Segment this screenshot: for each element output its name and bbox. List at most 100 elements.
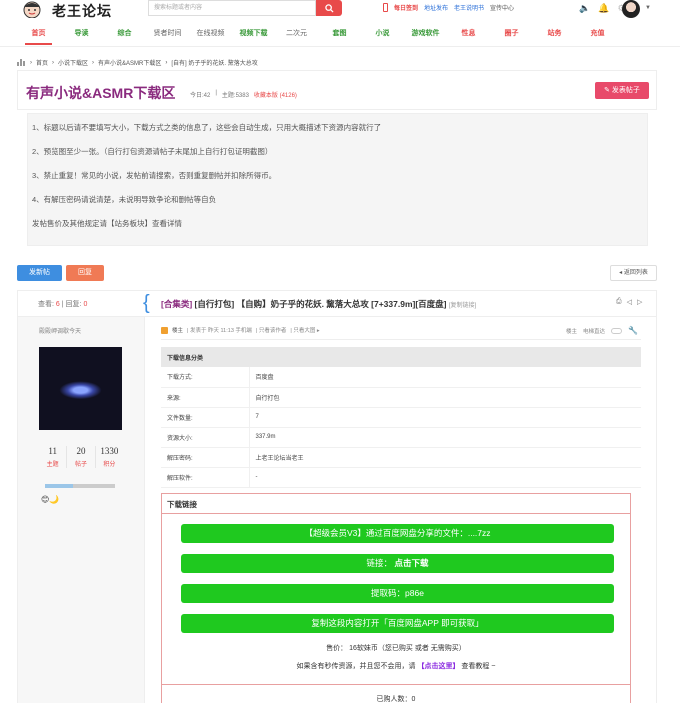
- search-icon: [324, 3, 334, 13]
- forum-title[interactable]: 有声小说&ASMR下载区: [26, 83, 175, 103]
- new-post-label: 发表帖子: [611, 87, 640, 94]
- thread-header: 查看: 6 | 回复: 0 { [合集类] [自行打包] 【自购】奶子乎的花妖.…: [17, 290, 657, 316]
- user-avatar-top[interactable]: [622, 0, 640, 18]
- top-bar: 老王论坛 搜索标题或者内容 每日签到 地址发布 老王说明书 宣传中心 🔈 🔔 ⚙…: [0, 0, 680, 21]
- breadcrumb: › 首页 › 小说下载区 › 有声小说&ASMR下载区 › [自有] 奶子乎的花…: [17, 58, 258, 67]
- post-meta: 楼主 | 发表于 昨天 11:13 手机端 | 只看该作者 | 只看大图 ▸: [161, 326, 320, 334]
- author-signature: 殿殿岬调歇今天: [39, 329, 82, 335]
- avatar[interactable]: [39, 347, 122, 430]
- tutorial-note: 如果含有秒传资源，并且您不会用，请 【点击这里】 查看教程 ~: [296, 663, 496, 670]
- tutorial-link[interactable]: 【点击这里】: [417, 663, 459, 670]
- bell-icon[interactable]: 🔔: [598, 3, 609, 14]
- post-author-sidebar: 殿殿岬调歇今天 11 主题 20 帖子 1330 积分 😊🌙: [18, 317, 145, 703]
- thread-category-tag[interactable]: [合集类]: [161, 299, 192, 309]
- nav-item-recharge[interactable]: 充值: [576, 23, 619, 45]
- nav-item-info[interactable]: 性息: [447, 23, 490, 45]
- download-divider: [162, 684, 630, 685]
- medal-icon: 😊🌙: [41, 495, 60, 504]
- copy-link[interactable]: [复制链接]: [449, 303, 476, 309]
- top-links: 每日签到 地址发布 老王说明书 宣传中心: [383, 3, 514, 12]
- price-text: 售价： 16软妹币（您已购买 或者 无需购买）: [326, 645, 466, 652]
- rule-2: 2、预览图至少一张。（自行打包资源请帖子末尾加上自行打包证明截图）: [32, 147, 273, 156]
- post-meta-right: 楼主 电梯直达 🔧: [566, 326, 638, 335]
- table-row: 下载方式: 百度盘: [161, 367, 641, 388]
- stat-points[interactable]: 1330 积分: [96, 446, 123, 468]
- nav-item-guide[interactable]: 导读: [60, 23, 103, 45]
- nav-divider: [0, 46, 680, 47]
- stat-posts[interactable]: 20 帖子: [67, 446, 96, 468]
- search-button[interactable]: [316, 0, 342, 16]
- topic-count: 主题:5383: [221, 93, 249, 99]
- speaker-icon[interactable]: 🔈: [579, 3, 590, 14]
- baidu-share-button[interactable]: 【超级会员V3】通过百度网盘分享的文件：....7zz: [181, 524, 614, 543]
- new-thread-button[interactable]: 发新帖: [17, 265, 62, 281]
- thread-title: [合集类] [自行打包] 【自购】奶子乎的花妖. 黧落大总攻 [7+337.9m…: [161, 298, 476, 310]
- phone-icon: [383, 3, 388, 12]
- view-count: 6: [55, 301, 60, 308]
- post: 殿殿岬调歇今天 11 主题 20 帖子 1330 积分 😊🌙 楼主 | 发表于 …: [17, 316, 657, 703]
- table-row: 解压密码: 上老王论坛当老王: [161, 447, 641, 468]
- author-badge-icon: [161, 326, 168, 334]
- nav-item-site-affairs[interactable]: 站务: [533, 23, 576, 45]
- post-time: | 发表于 昨天 11:13 手机端: [187, 328, 252, 334]
- manual-link[interactable]: 老王说明书: [454, 3, 484, 12]
- author-stats: 11 主题 20 帖子 1330 积分: [39, 446, 123, 468]
- copy-content-button[interactable]: 复制这段内容打开「百度网盘APP 即可获取」: [181, 614, 614, 633]
- nav-item-circle[interactable]: 圈子: [490, 23, 533, 45]
- print-icon[interactable]: ⎙: [616, 298, 622, 306]
- site-name[interactable]: 老王论坛: [52, 1, 112, 21]
- address-link[interactable]: 地址发布: [424, 3, 448, 12]
- only-author-link[interactable]: | 只看该作者: [256, 326, 286, 334]
- table-row: 解压软件: -: [161, 467, 641, 488]
- author-role: 楼主: [172, 328, 184, 334]
- daily-checkin-link[interactable]: 每日签到: [394, 3, 418, 12]
- today-count: 今日:42: [190, 93, 211, 99]
- extract-code-button[interactable]: 提取码：p86e: [181, 584, 614, 603]
- back-to-list-button[interactable]: ◂ 返回列表: [610, 265, 657, 281]
- info-table-heading: 下载信息分类: [161, 347, 641, 367]
- floor-label: 楼主: [566, 328, 578, 335]
- download-info-table: 下载信息分类 下载方式: 百度盘 来源: 自行打包 文件数量: 7 资源大小: 337.…: [161, 347, 641, 488]
- nav-item-acg[interactable]: 二次元: [275, 23, 318, 45]
- breadcrumb-novel-download[interactable]: 小说下载区: [58, 58, 88, 67]
- jump-to-floor-label: 电梯直达: [583, 328, 606, 335]
- download-links-heading: 下载链接: [162, 494, 630, 514]
- table-row: 文件数量: 7: [161, 407, 641, 428]
- top-icons: 🔈 🔔 ⚙: [579, 3, 626, 14]
- breadcrumb-forum[interactable]: 有声小说&ASMR下载区: [98, 58, 161, 67]
- stat-topics[interactable]: 11 主题: [39, 446, 68, 468]
- reply-button[interactable]: 回复: [66, 265, 104, 281]
- wrench-icon[interactable]: 🔧: [628, 326, 638, 335]
- nav-item-general[interactable]: 综合: [103, 23, 146, 45]
- reply-count: 0: [83, 301, 88, 308]
- only-big-image-link[interactable]: | 只看大图 ▸: [290, 326, 319, 334]
- rule-4: 4、有解压密码请说清楚，未说明导致争论和删帖等自负: [32, 195, 217, 204]
- main-nav: 首页 导读 综合 贤者时间 在线视频 视频下载 二次元 套图 小说 游戏软件 性…: [17, 23, 657, 45]
- promo-link[interactable]: 宣传中心: [490, 3, 514, 12]
- new-post-button[interactable]: ✎ 发表帖子: [595, 82, 649, 99]
- nav-item-home[interactable]: 首页: [17, 23, 60, 45]
- forum-rules: 1、标题以后请不要填写大小，下载方式之类的信息了，这些会自动生成，只用大概描述下…: [27, 113, 648, 246]
- search-input[interactable]: 搜索标题或者内容: [148, 0, 316, 16]
- download-links-box: 下载链接 【超级会员V3】通过百度网盘分享的文件：....7zz 链接： 点击下…: [161, 493, 631, 703]
- next-thread-icon[interactable]: ▷: [637, 298, 642, 306]
- nav-item-video-download[interactable]: 视频下载: [232, 23, 275, 45]
- nav-item-gallery[interactable]: 套图: [318, 23, 361, 45]
- forum-stats: 今日:42 | 主题:5383 收藏本版 (4126): [190, 90, 297, 99]
- nav-item-games-software[interactable]: 游戏软件: [404, 23, 447, 45]
- rule-5: 发帖售价及其他规定请【站务板块】查看详情: [32, 219, 182, 228]
- favorite-forum-link[interactable]: 收藏本版 (4126): [254, 90, 297, 99]
- breadcrumb-home[interactable]: 首页: [36, 58, 48, 67]
- nav-item-novel[interactable]: 小说: [361, 23, 404, 45]
- site-logo[interactable]: [17, 0, 47, 18]
- breadcrumb-thread[interactable]: [自有] 奶子乎的花妖. 黧落大总攻: [171, 58, 257, 67]
- post-divider: [161, 339, 641, 340]
- rule-1: 1、标题以后请不要填写大小，下载方式之类的信息了，这些会自动生成，只用大概描述下…: [32, 123, 382, 132]
- table-row: 资源大小: 337.9m: [161, 427, 641, 448]
- nav-item-online-video[interactable]: 在线视频: [189, 23, 232, 45]
- nav-item-sage-time[interactable]: 贤者时间: [146, 23, 189, 45]
- prev-thread-icon[interactable]: ◁: [627, 298, 632, 306]
- jump-floor-input[interactable]: [611, 327, 623, 334]
- chevron-down-icon[interactable]: ▼: [645, 5, 651, 11]
- download-link-button[interactable]: 链接： 点击下载: [181, 554, 614, 573]
